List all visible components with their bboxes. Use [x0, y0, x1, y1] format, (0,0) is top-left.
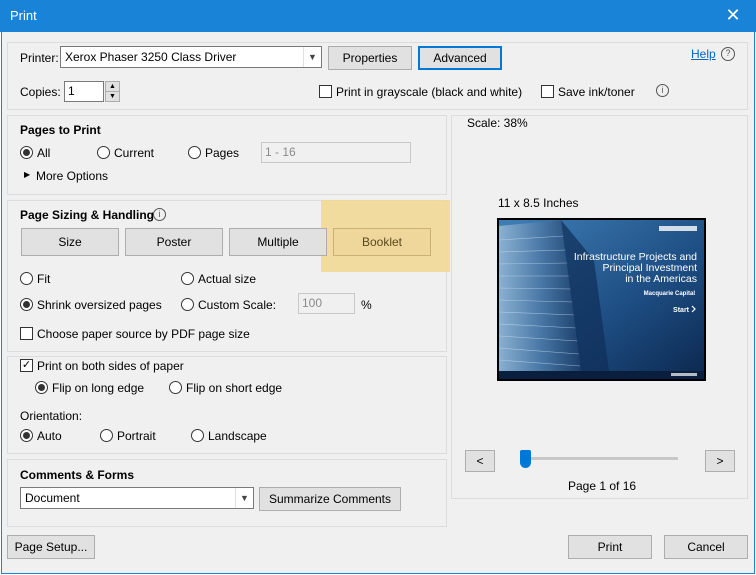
page-sizing-heading: Page Sizing & Handling — [20, 208, 155, 222]
printer-label: Printer: — [20, 51, 59, 65]
pages-radio[interactable] — [188, 146, 201, 159]
grayscale-checkbox[interactable] — [319, 85, 332, 98]
fit-radio[interactable] — [20, 272, 33, 285]
tab-poster[interactable]: Poster — [125, 228, 223, 256]
chevron-down-icon: ▼ — [303, 47, 321, 67]
cancel-button[interactable]: Cancel — [664, 535, 748, 559]
page-slider-track[interactable] — [520, 457, 678, 460]
preview-scale-label: Scale: 38% — [467, 116, 528, 130]
printer-select[interactable]: Xerox Phaser 3250 Class Driver ▼ — [60, 46, 322, 68]
copies-input[interactable]: 1 — [64, 81, 104, 102]
all-label: All — [37, 146, 51, 160]
save-ink-checkbox[interactable] — [541, 85, 554, 98]
paper-source-label: Choose paper source by PDF page size — [37, 327, 250, 341]
info-icon[interactable]: i — [656, 84, 669, 97]
orientation-landscape-radio[interactable] — [191, 429, 204, 442]
custom-scale-label: Custom Scale: — [198, 298, 277, 312]
all-radio[interactable] — [20, 146, 33, 159]
tab-size[interactable]: Size — [21, 228, 119, 256]
flip-short-edge-radio[interactable] — [169, 381, 182, 394]
comments-forms-heading: Comments & Forms — [20, 468, 135, 482]
advanced-button[interactable]: Advanced — [418, 46, 502, 70]
orientation-portrait-label: Portrait — [117, 429, 156, 443]
preview-title-line3: in the Americas — [625, 273, 697, 285]
actual-size-label: Actual size — [198, 272, 257, 286]
custom-scale-input[interactable]: 100 — [298, 293, 355, 314]
shrink-oversized-label: Shrink oversized pages — [37, 298, 162, 312]
window-title: Print — [10, 8, 37, 23]
print-button[interactable]: Print — [568, 535, 652, 559]
save-ink-label: Save ink/toner — [558, 85, 635, 99]
preview-start: Start — [673, 307, 690, 314]
page-indicator: Page 1 of 16 — [568, 479, 637, 493]
paper-source-checkbox[interactable] — [20, 327, 33, 340]
tab-multiple[interactable]: Multiple — [229, 228, 327, 256]
page-range-input[interactable]: 1 - 16 — [261, 142, 411, 163]
orientation-portrait-radio[interactable] — [100, 429, 113, 442]
flip-short-edge-label: Flip on short edge — [186, 381, 283, 395]
actual-size-radio[interactable] — [181, 272, 194, 285]
printer-select-value: Xerox Phaser 3250 Class Driver — [65, 50, 237, 64]
flip-long-edge-radio[interactable] — [35, 381, 48, 394]
stepper-up-icon[interactable]: ▲ — [106, 82, 119, 92]
summarize-comments-button[interactable]: Summarize Comments — [259, 487, 401, 511]
help-link[interactable]: Help — [691, 47, 716, 61]
grayscale-label: Print in grayscale (black and white) — [336, 85, 523, 99]
comments-forms-select[interactable]: Document ▼ — [20, 487, 254, 509]
current-radio[interactable] — [97, 146, 110, 159]
both-sides-label: Print on both sides of paper — [37, 359, 184, 373]
copies-stepper[interactable]: ▲ ▼ — [105, 81, 120, 102]
orientation-landscape-label: Landscape — [208, 429, 267, 443]
percent-label: % — [361, 298, 372, 312]
fit-label: Fit — [37, 272, 51, 286]
pages-label: Pages — [205, 146, 240, 160]
expand-triangle-icon[interactable]: ▶ — [24, 170, 30, 179]
properties-button[interactable]: Properties — [328, 46, 412, 70]
title-bar: Print ✕ — [0, 0, 756, 32]
help-icon[interactable]: ? — [721, 47, 735, 61]
close-icon[interactable]: ✕ — [718, 2, 748, 30]
preview-company: Macquarie Capital — [644, 291, 696, 297]
flip-long-edge-label: Flip on long edge — [52, 381, 145, 395]
page-preview-thumbnail: Infrastructure Projects and Principal In… — [497, 218, 706, 381]
tab-booklet[interactable]: Booklet — [333, 228, 431, 256]
chevron-down-icon: ▼ — [235, 488, 253, 508]
current-label: Current — [114, 146, 155, 160]
orientation-auto-radio[interactable] — [20, 429, 33, 442]
copies-label: Copies: — [20, 85, 61, 99]
page-slider-thumb[interactable] — [520, 450, 531, 468]
prev-page-button[interactable]: < — [465, 450, 495, 472]
orientation-auto-label: Auto — [37, 429, 62, 443]
orientation-label: Orientation: — [20, 409, 83, 423]
both-sides-checkbox[interactable]: ✓ — [20, 359, 33, 372]
next-page-button[interactable]: > — [705, 450, 735, 472]
paper-size-label: 11 x 8.5 Inches — [498, 196, 579, 210]
shrink-oversized-radio[interactable] — [20, 298, 33, 311]
info-icon[interactable]: i — [153, 208, 166, 221]
comments-forms-select-value: Document — [25, 491, 80, 505]
stepper-down-icon[interactable]: ▼ — [106, 92, 119, 101]
preview-cover-image: Infrastructure Projects and Principal In… — [499, 220, 704, 379]
pages-to-print-heading: Pages to Print — [20, 123, 101, 137]
more-options-toggle[interactable]: More Options — [36, 169, 108, 183]
page-setup-button[interactable]: Page Setup... — [7, 535, 95, 559]
custom-scale-radio[interactable] — [181, 298, 194, 311]
